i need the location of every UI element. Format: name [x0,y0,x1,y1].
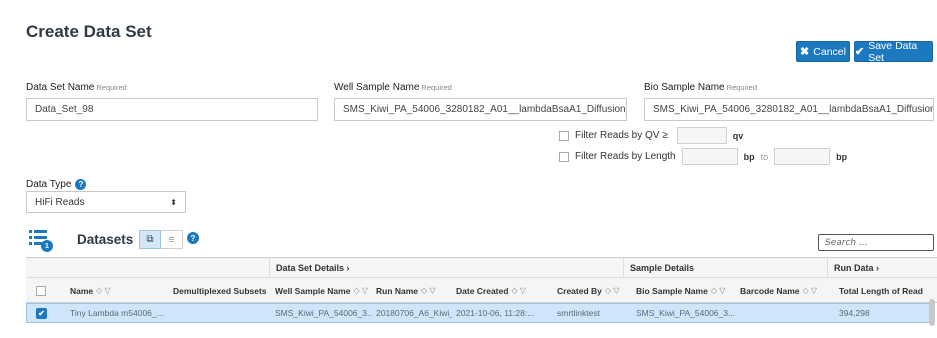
filter-length-row: Filter Reads by Length bp to bp [559,148,847,165]
col-created-by[interactable]: Created By ◇ ▽ [553,278,627,303]
grid-group-header: Data Set Details › Sample Details Run Da… [26,258,937,278]
col-barcode-label: Barcode Name [740,285,800,296]
col-name-label: Name [70,285,94,296]
grid-column-header: Name ◇ ▽ Demultiplexed Subsets Well Sampl… [26,278,937,303]
cell-name: Tiny Lambda m54006_... [70,308,164,318]
sort-icon[interactable]: ◇ ▽ [711,286,726,295]
sort-icon[interactable]: ◇ ▽ [353,286,368,295]
dataset-name-label-text: Data Set Name [26,82,95,93]
group-sample-details: Sample Details [623,258,827,278]
save-dataset-button[interactable]: ✔ Save Data Set [854,39,933,64]
times-icon: ✖ [800,46,810,58]
dataset-name-input[interactable]: Data_Set_98 [26,98,318,121]
datasets-title: Datasets [77,232,134,247]
col-barcode-name[interactable]: Barcode Name ◇ ▽ [736,278,829,303]
required-hint: Required [96,83,127,92]
col-total-length[interactable]: Total Length of Read [835,278,935,303]
group-run-data[interactable]: Run Data › [827,258,937,278]
col-created-by-label: Created By [557,285,602,296]
search-input[interactable]: Search ... [818,234,934,251]
col-date-created[interactable]: Date Created ◇ ▽ [452,278,552,303]
qv-unit: qv [732,130,744,141]
sort-icon[interactable]: ◇ ▽ [511,286,526,295]
col-well-sample-name[interactable]: Well Sample Name ◇ ▽ [271,278,371,303]
cell-well-sample: SMS_Kiwi_PA_54006_3... [275,308,371,318]
col-run-name-label: Run Name [376,285,419,296]
sort-icon[interactable]: ◇ ▽ [421,286,436,295]
col-demux-label: Demultiplexed Subsets [173,285,267,296]
select-all-checkbox[interactable] [36,285,46,296]
filter-length-checkbox[interactable] [559,151,569,162]
group-dataset-details[interactable]: Data Set Details › [269,258,623,278]
tree-view-icon: ⧉ [146,234,154,245]
well-sample-name-input[interactable]: SMS_Kiwi_PA_54006_3280182_A01__lambdaBsa… [334,98,627,121]
well-sample-label-text: Well Sample Name [334,82,420,93]
data-type-select[interactable]: HiFi Reads ⬍ [26,191,186,213]
list-view-toggle[interactable]: ≡ [161,230,183,249]
col-date-created-label: Date Created [456,285,509,296]
length-max-unit: bp [836,151,848,162]
sort-icon[interactable]: ◇ ▽ [803,286,818,295]
cell-bio-sample: SMS_Kiwi_PA_54006_3... [636,308,736,318]
table-row[interactable]: ✔ Tiny Lambda m54006_... SMS_Kiwi_PA_540… [26,303,931,323]
filter-qv-checkbox[interactable] [559,130,569,141]
cell-date-created: 2021-10-06, 11:28:... [456,308,535,318]
qv-input[interactable] [676,127,727,144]
cell-created-by: smrtlinktest [557,308,600,318]
sort-icon[interactable]: ◇ ▽ [605,286,620,295]
col-bio-sample-name[interactable]: Bio Sample Name ◇ ▽ [632,278,736,303]
length-max-input[interactable] [774,148,831,165]
cell-run-name: 20180706_A6_Kiwi_... [376,308,452,318]
col-bio-sample-label: Bio Sample Name [636,285,708,296]
filter-qv-row: Filter Reads by QV ≥ qv [559,127,743,144]
sort-icon[interactable]: ◇ ▽ [96,286,111,295]
required-hint: Required [421,83,452,92]
help-icon[interactable]: ? [187,232,199,244]
bio-sample-name-label: Bio Sample Name Required [644,82,757,93]
bio-sample-name-input[interactable]: SMS_Kiwi_PA_54006_3280182_A01__lambdaBsa… [644,98,934,121]
length-min-input[interactable] [681,148,738,165]
col-name[interactable]: Name ◇ ▽ [66,278,166,303]
chevron-updown-icon: ⬍ [170,197,177,207]
check-icon: ✔ [855,46,865,58]
cell-barcode [736,304,829,322]
cancel-label: Cancel [813,45,846,58]
cell-demux [169,304,269,322]
save-label: Save Data Set [868,39,918,64]
cancel-button[interactable]: ✖ Cancel [796,41,850,62]
datasets-grid: Data Set Details › Sample Details Run Da… [26,257,937,338]
filter-length-label: Filter Reads by Length [575,151,676,162]
col-demultiplexed-subsets[interactable]: Demultiplexed Subsets [169,278,269,303]
tree-view-toggle[interactable]: ⧉ [139,230,161,249]
list-view-icon: ≡ [168,233,175,246]
col-well-sample-label: Well Sample Name [275,285,351,296]
dataset-name-label: Data Set Name Required [26,82,127,93]
required-hint: Required [726,83,758,92]
data-type-value: HiFi Reads [35,196,85,208]
row-select-cell: ✔ [32,304,50,322]
well-sample-name-label: Well Sample Name Required [334,82,452,93]
select-all-cell [32,278,50,303]
bio-sample-label-text: Bio Sample Name [644,82,725,93]
col-total-length-label: Total Length of Read [839,285,923,296]
datasets-count-badge: 1 [41,240,53,252]
vertical-scrollbar[interactable] [929,299,935,326]
cell-total-length: 394,298 [839,308,870,318]
help-icon[interactable]: ? [75,179,87,190]
data-type-label-text: Data Type [26,179,72,190]
svg-text:?: ? [191,234,196,243]
filter-qv-label: Filter Reads by QV ≥ [575,130,668,141]
col-run-name[interactable]: Run Name ◇ ▽ [372,278,452,303]
to-label: to [760,151,769,162]
data-type-label: Data Type ? [26,179,87,190]
page-title: Create Data Set [26,22,152,41]
row-checkbox[interactable]: ✔ [36,307,47,319]
length-min-unit: bp [743,151,755,162]
